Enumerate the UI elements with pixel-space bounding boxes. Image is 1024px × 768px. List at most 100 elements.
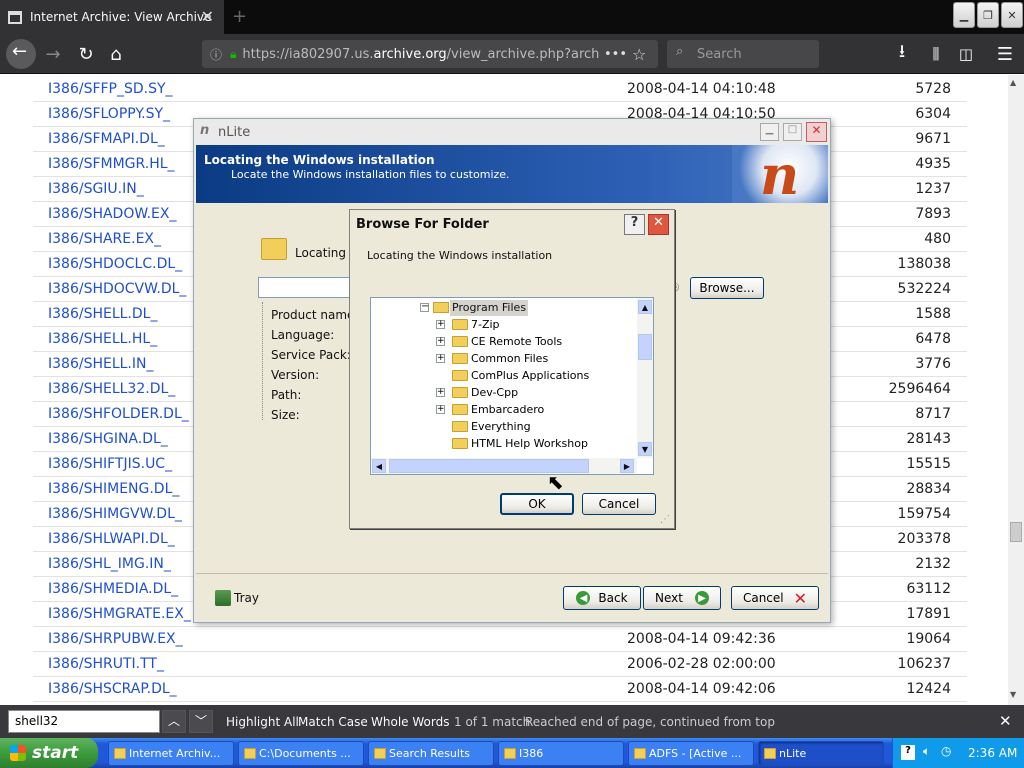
expand-icon[interactable]: +	[436, 405, 445, 414]
task-adfs[interactable]: ADFS - [Active ...	[628, 741, 754, 766]
tree-item-selected[interactable]: Program Files	[450, 300, 529, 316]
tree-item[interactable]: ComPlus Applications	[471, 368, 589, 384]
match-case-toggle[interactable]: Match Case	[298, 715, 368, 729]
clock[interactable]: 2:36 AM	[968, 746, 1017, 760]
file-link[interactable]: I386/SHMGRATE.EX_	[48, 606, 191, 622]
url-bar[interactable]: ⓘ 🔒︎ https://ia802907.us. archive.org/vie…	[202, 40, 658, 68]
page-actions-icon[interactable]: •••	[604, 47, 627, 62]
find-next-button[interactable]: ﹀	[189, 710, 213, 733]
info-icon[interactable]: ⓘ	[210, 46, 222, 63]
file-link[interactable]: I386/SHRUTI.TT_	[48, 656, 164, 672]
file-link[interactable]: I386/SHSCRAP.DL_	[48, 681, 177, 697]
file-link[interactable]: I386/SHADOW.EX_	[48, 206, 176, 222]
tree-item[interactable]: 7-Zip	[471, 317, 500, 333]
collapse-icon[interactable]: −	[420, 302, 429, 312]
file-link[interactable]: I386/SHARE.EX_	[48, 231, 161, 247]
file-link[interactable]: I386/SHGINA.DL_	[48, 431, 168, 447]
file-link[interactable]: I386/SFFP_SD.SY_	[48, 81, 173, 97]
file-link[interactable]: I386/SHDOCVW.DL_	[48, 281, 186, 297]
clock-tray-icon[interactable]: ◷	[941, 744, 951, 758]
menu-icon[interactable]: ☰	[993, 42, 1017, 66]
expand-icon[interactable]: +	[436, 320, 445, 329]
tree-item[interactable]: Common Files	[471, 351, 548, 367]
task-i386[interactable]: I386	[498, 741, 624, 766]
nlite-close-button[interactable]: ✕	[806, 122, 827, 142]
file-link[interactable]: I386/SHELL.IN_	[48, 356, 153, 372]
back-step-button[interactable]: ◀ Back	[563, 586, 641, 610]
file-link[interactable]: I386/SGIU.IN_	[48, 181, 144, 197]
tree-item[interactable]: Everything	[471, 419, 531, 435]
reload-button[interactable]: ↻	[74, 42, 98, 66]
nlite-cancel-button[interactable]: Cancel ✕	[731, 586, 819, 610]
tree-vscrollbar[interactable]	[637, 298, 653, 458]
task-documents[interactable]: C:\Documents ...	[238, 741, 364, 766]
tray-icon[interactable]	[215, 590, 231, 606]
page-scrollbar[interactable]	[1008, 75, 1024, 705]
file-link[interactable]: I386/SHFOLDER.DL_	[48, 406, 189, 422]
nlite-minimize-button[interactable]: ▁	[760, 123, 779, 141]
file-link[interactable]: I386/SHMEDIA.DL_	[48, 581, 178, 597]
file-link[interactable]: I386/SHRPUBW.EX_	[48, 631, 183, 647]
task-search-results[interactable]: Search Results	[368, 741, 494, 766]
file-link[interactable]: I386/SHELL32.DL_	[48, 381, 175, 397]
volume-icon[interactable]: 🔈︎	[923, 744, 930, 759]
help-button[interactable]: ?	[624, 214, 645, 235]
file-link[interactable]: I386/SHELL.DL_	[48, 306, 157, 322]
file-link[interactable]: I386/SFMMGR.HL_	[48, 156, 175, 172]
whole-words-toggle[interactable]: Whole Words	[371, 715, 449, 729]
tree-item[interactable]: HTML Help Workshop	[471, 436, 588, 452]
back-button[interactable]: ←	[6, 39, 36, 69]
ok-button[interactable]: OK	[500, 493, 574, 515]
scroll-down-icon[interactable]: ▼	[1010, 690, 1016, 699]
tab-internet-archive[interactable]: Internet Archive: View Archive ✕	[0, 0, 224, 34]
file-link[interactable]: I386/SFMAPI.DL_	[48, 131, 165, 147]
tree-item[interactable]: Embarcadero	[471, 402, 544, 418]
next-step-button[interactable]: Next ▶	[643, 586, 721, 610]
file-link[interactable]: I386/SHLWAPI.DL_	[48, 531, 175, 547]
new-tab-icon[interactable]: +	[232, 6, 247, 27]
tree-scroll-left-icon[interactable]: ◀	[372, 459, 386, 473]
file-link[interactable]: I386/SHDOCLC.DL_	[48, 256, 182, 272]
forward-button[interactable]: →	[41, 42, 65, 66]
file-link[interactable]: I386/SHL_IMG.IN_	[48, 556, 171, 572]
expand-icon[interactable]: +	[436, 337, 445, 346]
file-link[interactable]: I386/SHIMGVW.DL_	[48, 506, 182, 522]
find-input[interactable]: shell32	[8, 710, 160, 733]
bookmark-star-icon[interactable]: ☆	[632, 45, 646, 64]
file-link[interactable]: I386/SFLOPPY.SY_	[48, 106, 170, 122]
tray-label[interactable]: Tray	[234, 591, 259, 605]
search-input[interactable]: ⌕ Search	[667, 40, 819, 68]
file-link[interactable]: I386/SHIMENG.DL_	[48, 481, 179, 497]
library-icon[interactable]: ⫼	[924, 42, 948, 66]
home-button[interactable]: ⌂	[104, 42, 128, 66]
scroll-up-icon[interactable]: ▲	[1010, 78, 1016, 87]
dialog-cancel-button[interactable]: Cancel	[582, 493, 656, 515]
task-internet-archive[interactable]: Internet Archiv...	[108, 741, 234, 766]
find-previous-button[interactable]: ︿	[162, 710, 186, 733]
file-link[interactable]: I386/SHIFTJIS.UC_	[48, 456, 172, 472]
highlight-all-toggle[interactable]: Highlight All	[226, 715, 299, 729]
tree-scroll-up-icon[interactable]: ▲	[638, 300, 652, 314]
dialog-close-button[interactable]: ✕	[648, 214, 669, 235]
file-link[interactable]: I386/SHELL.HL_	[48, 331, 157, 347]
sidebar-icon[interactable]: ◫	[954, 42, 978, 66]
close-tab-icon[interactable]: ✕	[201, 7, 214, 26]
start-button[interactable]: start	[0, 738, 98, 768]
expand-icon[interactable]: +	[436, 388, 445, 397]
tree-scroll-right-icon[interactable]: ▶	[620, 459, 634, 473]
tree-item[interactable]: CE Remote Tools	[471, 334, 562, 350]
tree-item[interactable]: Dev-Cpp	[471, 385, 518, 401]
task-nlite[interactable]: nLite	[758, 741, 884, 766]
path-input[interactable]	[258, 277, 351, 298]
resize-grip-icon[interactable]: ⋰	[660, 514, 670, 525]
page-scroll-thumb[interactable]	[1010, 522, 1022, 542]
minimize-button[interactable]: ▁	[953, 2, 975, 28]
restore-button[interactable]: ❐	[977, 2, 999, 28]
expand-icon[interactable]: +	[436, 354, 445, 363]
close-window-button[interactable]: ✕	[1001, 2, 1023, 28]
downloads-icon[interactable]: ⭳	[890, 41, 914, 66]
nlite-maximize-button[interactable]: □	[783, 123, 802, 141]
close-findbar-icon[interactable]: ✕	[999, 712, 1012, 730]
browse-button[interactable]: Browse...	[690, 277, 764, 299]
tree-vscroll-thumb[interactable]	[638, 334, 652, 360]
